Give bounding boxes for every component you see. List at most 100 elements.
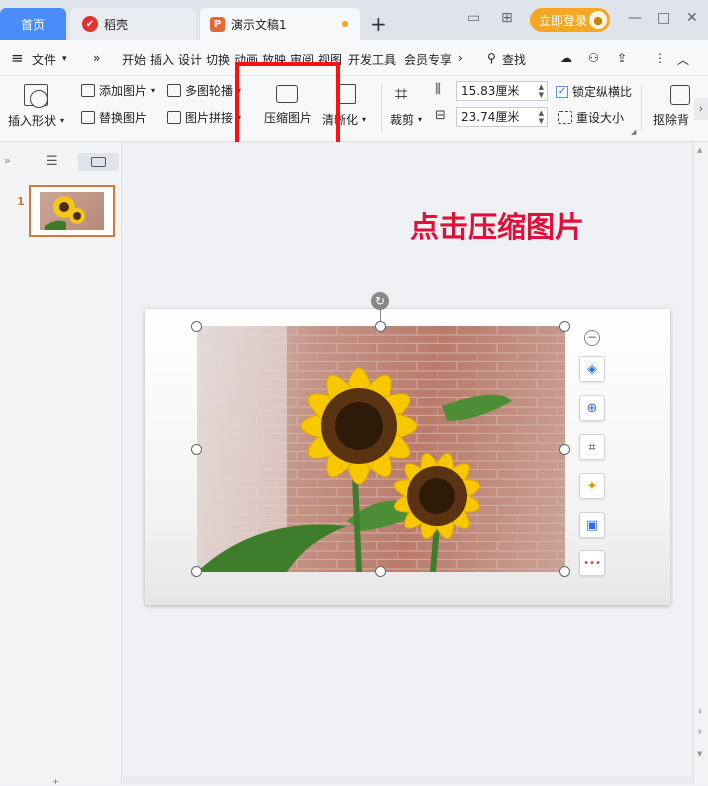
thumbnail-sunflower-image xyxy=(45,196,85,230)
reset-size-button[interactable]: 重设大小 xyxy=(558,109,624,126)
collapse-ribbon-icon[interactable]: ︿ xyxy=(677,51,689,68)
export-icon[interactable]: ⇪ xyxy=(617,51,627,65)
clarify-icon xyxy=(338,84,356,104)
layers-icon[interactable]: ◈ xyxy=(579,356,605,382)
login-label: 立即登录 xyxy=(539,13,588,28)
replace-picture-button[interactable]: 替换图片 xyxy=(81,109,147,126)
grid-apps-icon[interactable]: ⊞ xyxy=(501,10,513,26)
menu-bar: ≡ 文件 ▾ » 开始 插入 设计 切换 动画 放映 审阅 视图 开发工具 会员… xyxy=(0,40,708,76)
stitch-icon xyxy=(167,111,181,124)
width-input[interactable]: 15.83厘米 ▲ ▼ xyxy=(456,81,548,101)
menu-scroll-right-icon[interactable]: › xyxy=(458,51,463,65)
resize-handle-top[interactable] xyxy=(375,321,386,332)
search-icon[interactable]: ⚲ xyxy=(487,51,496,65)
unsaved-dot-icon xyxy=(342,21,348,27)
scroll-page-up-icon[interactable]: ⇞ xyxy=(697,708,703,716)
reset-size-label: 重设大小 xyxy=(576,111,625,125)
add-picture-button[interactable]: 添加图片 ▾ xyxy=(81,82,155,99)
menu-design[interactable]: 设计 xyxy=(178,51,202,68)
menu-insert[interactable]: 插入 xyxy=(150,51,174,68)
cloud-icon[interactable]: ☁ xyxy=(560,51,572,65)
resize-handle-bottom-right[interactable] xyxy=(559,566,570,577)
thumbnail-view-icon xyxy=(91,157,106,167)
window-layout-icon[interactable]: ▭ xyxy=(467,10,480,26)
lightbulb-icon[interactable]: ✦ xyxy=(579,473,605,499)
add-slide-icon[interactable]: + xyxy=(52,777,59,786)
resize-handle-top-right[interactable] xyxy=(559,321,570,332)
picture-tools-ribbon: 插入形状 ▾ 添加图片 ▾ 替换图片 多图轮播 ▾ 图片拼接 ▾ 压缩图片 清晰化 ▾ ⌗… xyxy=(0,76,708,142)
collapse-toolbar-icon[interactable]: − xyxy=(584,330,600,346)
remove-background-button[interactable]: 抠除背 xyxy=(653,111,689,128)
tab-home-label: 首页 xyxy=(20,17,45,32)
menu-transition[interactable]: 切换 xyxy=(206,51,230,68)
maximize-icon[interactable]: □ xyxy=(657,10,670,26)
rotate-handle-icon[interactable]: ↻ xyxy=(371,292,389,310)
lock-ratio-label: 锁定纵横比 xyxy=(572,85,633,99)
scroll-up-icon[interactable]: ▲ xyxy=(697,146,702,154)
hamburger-menu-icon[interactable]: ≡ xyxy=(11,49,24,67)
new-tab-button[interactable]: + xyxy=(370,12,387,36)
login-button[interactable]: 立即登录 ● xyxy=(530,8,610,32)
outline-view-icon[interactable]: ☰ xyxy=(46,154,58,169)
spin-down-icon[interactable]: ▼ xyxy=(539,91,544,100)
checkmark-icon: ✓ xyxy=(556,85,568,98)
presentation-logo-icon: P xyxy=(210,16,225,32)
search-label[interactable]: 查找 xyxy=(502,51,526,68)
chevron-down-icon: ▾ xyxy=(60,116,65,125)
width-value: 15.83厘米 xyxy=(461,84,520,98)
minimize-icon[interactable]: — xyxy=(628,10,642,26)
menu-start[interactable]: 开始 xyxy=(122,51,146,68)
more-tools-icon[interactable]: ••• xyxy=(579,550,605,576)
height-icon: ⊟ xyxy=(435,108,446,123)
scroll-page-down-icon[interactable]: ⇟ xyxy=(697,728,703,736)
resize-handle-right[interactable] xyxy=(559,444,570,455)
menu-file[interactable]: 文件 xyxy=(32,51,56,68)
picture-to-word-icon[interactable]: ▣ xyxy=(579,512,605,538)
picture-icon xyxy=(81,84,95,97)
resize-handle-left[interactable] xyxy=(191,444,202,455)
thumbnail-view-toggle[interactable] xyxy=(78,153,119,171)
tab-document-label: 演示文稿1 xyxy=(231,17,287,32)
remove-background-icon xyxy=(670,85,690,105)
remove-background-label: 抠除背 xyxy=(653,113,690,127)
crop-tool-icon[interactable]: ⌗ xyxy=(579,434,605,460)
share-user-icon[interactable]: ⚇ xyxy=(588,51,599,65)
more-options-icon[interactable]: ⋮ xyxy=(654,51,666,65)
tab-document[interactable]: P 演示文稿1 xyxy=(200,8,360,40)
height-input[interactable]: 23.74厘米 ▲ ▼ xyxy=(456,107,548,127)
tab-daoke[interactable]: ✔ 稻壳 xyxy=(70,8,196,40)
vertical-scrollbar[interactable]: ▲ ⇞ ⇟ ▼ xyxy=(693,142,708,784)
ribbon-scroll-right-icon[interactable]: › xyxy=(694,98,708,120)
scroll-down-icon[interactable]: ▼ xyxy=(697,750,702,758)
resize-handle-bottom-left[interactable] xyxy=(191,566,202,577)
tab-home[interactable]: 首页 xyxy=(0,8,66,40)
crop-button[interactable]: 裁剪 ▾ xyxy=(390,111,422,128)
ribbon-divider xyxy=(641,84,642,132)
multi-carousel-button[interactable]: 多图轮播 ▾ xyxy=(167,82,241,99)
lock-ratio-checkbox[interactable]: ✓ 锁定纵横比 xyxy=(556,83,632,100)
thumbnail-picture xyxy=(40,192,104,230)
menu-member[interactable]: 会员专享 xyxy=(404,51,452,68)
spin-down-icon[interactable]: ▼ xyxy=(539,117,544,126)
file-dropdown-chevron-icon[interactable]: ▾ xyxy=(62,54,67,64)
menu-more-left[interactable]: » xyxy=(93,51,100,65)
expand-panel-icon[interactable]: » xyxy=(4,154,11,167)
resize-handle-top-left[interactable] xyxy=(191,321,202,332)
crop-label: 裁剪 xyxy=(390,113,415,127)
picture-stitch-button[interactable]: 图片拼接 ▾ xyxy=(167,109,241,126)
dialog-launcher-icon[interactable]: ◢ xyxy=(631,128,636,136)
chevron-down-icon: ▾ xyxy=(151,86,156,95)
slide-thumbnail[interactable] xyxy=(29,185,115,237)
tab-daoke-label: 稻壳 xyxy=(104,17,129,32)
ribbon-divider xyxy=(381,84,382,132)
zoom-in-icon[interactable]: ⊕ xyxy=(579,395,605,421)
slide-number: 1 xyxy=(17,195,25,208)
insert-shape-button[interactable]: 插入形状 ▾ xyxy=(8,112,64,129)
selected-picture[interactable] xyxy=(197,326,565,572)
menu-developer[interactable]: 开发工具 xyxy=(348,51,396,68)
sunflower-image xyxy=(197,326,565,572)
status-bar xyxy=(123,776,693,784)
title-bar: 首页 ✔ 稻壳 P 演示文稿1 + ▭ ⊞ 立即登录 ● — □ ✕ xyxy=(0,0,708,40)
resize-handle-bottom[interactable] xyxy=(375,566,386,577)
close-icon[interactable]: ✕ xyxy=(686,10,698,26)
